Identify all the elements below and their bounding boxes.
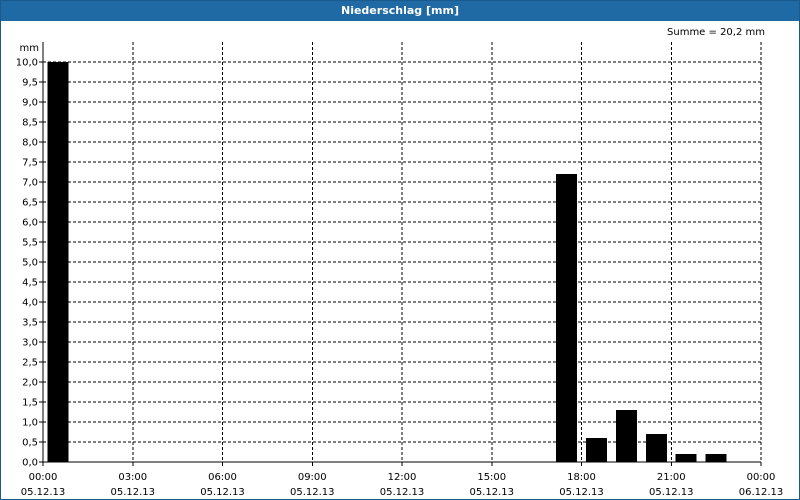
y-tick-label: 6,5 — [22, 198, 38, 209]
precipitation-bar — [47, 62, 69, 462]
x-tick-time-label: 00:00 — [747, 472, 776, 483]
y-axis-label: mm — [20, 43, 39, 54]
x-tick-date-label: 05.12.13 — [380, 487, 425, 498]
x-tick-date-label: 05.12.13 — [559, 487, 604, 498]
chart-window: Niederschlag [mm] Summe = 20,2 mm 0,0 0,5… — [0, 0, 800, 500]
precipitation-bar — [705, 454, 727, 462]
y-tick-label: 7,5 — [22, 158, 38, 169]
y-tick-label: 5,5 — [22, 238, 38, 249]
x-tick-date-label: 05.12.13 — [200, 487, 245, 498]
x-tick-date-label: 05.12.13 — [290, 487, 335, 498]
precipitation-bar — [615, 410, 637, 462]
x-tick-time-label: 09:00 — [298, 472, 327, 483]
y-tick-label: 2,0 — [22, 378, 38, 389]
y-tick-label: 0,5 — [22, 438, 38, 449]
y-tick-label: 7,0 — [22, 178, 38, 189]
y-tick-label: 1,0 — [22, 418, 38, 429]
y-tick-label: 3,0 — [22, 338, 38, 349]
x-tick-time-label: 21:00 — [657, 472, 686, 483]
y-tick-label: 9,0 — [22, 98, 38, 109]
x-tick-time-label: 18:00 — [567, 472, 596, 483]
y-tick-label: 10,0 — [16, 58, 38, 69]
precipitation-bar — [645, 434, 667, 462]
y-tick-label: 3,5 — [22, 318, 38, 329]
y-tick-label: 6,0 — [22, 218, 38, 229]
x-tick-date-label: 05.12.13 — [110, 487, 155, 498]
y-tick-label: 1,5 — [22, 398, 38, 409]
x-tick-time-label: 12:00 — [388, 472, 417, 483]
y-tick-label: 2,5 — [22, 358, 38, 369]
x-tick-date-label: 05.12.13 — [21, 487, 66, 498]
y-tick-label: 4,5 — [22, 278, 38, 289]
precipitation-bar — [675, 454, 697, 462]
x-tick-time-label: 00:00 — [29, 472, 58, 483]
precipitation-chart: 0,0 0,5 1,0 1,5 2,0 2,5 3,0 3,5 4,0 4,5 5,0 5,5 6,0 6… — [16, 42, 784, 498]
x-tick-time-label: 06:00 — [208, 472, 237, 483]
y-tick-label: 8,0 — [22, 138, 38, 149]
x-tick-date-label: 05.12.13 — [649, 487, 694, 498]
precipitation-bar — [585, 438, 607, 462]
x-tick-time-label: 15:00 — [477, 472, 506, 483]
y-tick-label: 8,5 — [22, 118, 38, 129]
y-tick-label: 0,0 — [22, 458, 38, 469]
x-tick-date-label: 06.12.13 — [739, 487, 784, 498]
precipitation-bar — [556, 174, 578, 462]
y-tick-label: 5,0 — [22, 258, 38, 269]
y-tick-label: 4,0 — [22, 298, 38, 309]
x-tick-time-label: 03:00 — [118, 472, 147, 483]
x-tick-date-label: 05.12.13 — [469, 487, 514, 498]
y-tick-label: 9,5 — [22, 78, 38, 89]
